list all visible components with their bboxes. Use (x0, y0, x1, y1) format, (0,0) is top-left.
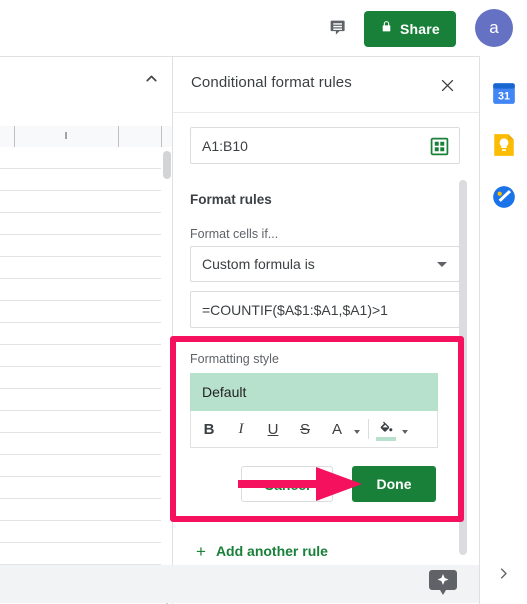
google-keep-icon[interactable] (491, 132, 517, 158)
underline-button[interactable]: U (259, 415, 287, 443)
column-header-1[interactable]: I (14, 126, 119, 147)
column-header-0[interactable] (0, 126, 15, 147)
format-rules-heading: Format rules (190, 192, 272, 207)
column-header-2[interactable] (118, 126, 162, 147)
share-button-label: Share (400, 21, 440, 37)
comment-icon[interactable] (322, 12, 354, 44)
sheet-vertical-scroll-thumb[interactable] (163, 151, 171, 179)
grid-row[interactable] (0, 433, 161, 455)
custom-formula-input[interactable]: =COUNTIF($A$1:$A1,$A1)>1 (190, 291, 460, 328)
grid-row[interactable] (0, 521, 161, 543)
grid-row[interactable] (0, 477, 161, 499)
formula-bar[interactable] (0, 98, 172, 127)
grid-row[interactable] (0, 257, 161, 279)
italic-button[interactable]: I (227, 415, 255, 443)
format-cells-if-label: Format cells if... (190, 227, 279, 241)
page-title: Conditional format rules (191, 74, 352, 91)
grid-row[interactable] (0, 345, 161, 367)
plus-icon: + (196, 541, 206, 561)
panel-vertical-scrollbar[interactable] (459, 180, 467, 555)
panel-vertical-scroll-thumb[interactable] (459, 180, 467, 555)
fill-color-swatch (376, 437, 396, 441)
bold-button[interactable]: B (195, 415, 223, 443)
avatar[interactable]: a (475, 9, 513, 47)
sheet-grid[interactable] (0, 147, 161, 579)
cancel-button-label: Cancel (264, 477, 310, 493)
sheet-vertical-scrollbar[interactable] (161, 147, 172, 579)
apply-to-range-input[interactable]: A1:B10 (190, 127, 460, 164)
select-range-grid-icon[interactable] (430, 137, 449, 156)
fill-color-chevron-down-icon[interactable] (402, 430, 408, 434)
strikethrough-button[interactable]: S (291, 415, 319, 443)
toolbar-divider (368, 419, 369, 439)
spreadsheet-area: I (0, 56, 172, 604)
grid-row[interactable] (0, 455, 161, 477)
text-color-button[interactable]: A (323, 415, 351, 443)
add-another-rule-label: Add another rule (215, 543, 328, 559)
explore-star-icon[interactable] (429, 570, 457, 596)
condition-type-value: Custom formula is (202, 256, 315, 272)
chevron-down-icon[interactable] (437, 262, 447, 267)
style-preview-text: Default (202, 384, 247, 400)
google-tasks-icon[interactable] (491, 184, 517, 210)
right-side-rail: 31 (479, 56, 527, 603)
grid-row[interactable] (0, 191, 161, 213)
done-button-label: Done (376, 476, 412, 492)
chevron-up-icon[interactable] (140, 67, 162, 89)
share-button[interactable]: Share (364, 11, 456, 47)
grid-row[interactable] (0, 389, 161, 411)
grid-row[interactable] (0, 169, 161, 191)
grid-row[interactable] (0, 499, 161, 521)
calendar-day-number: 31 (498, 91, 510, 103)
bottom-strip (0, 565, 479, 603)
condition-type-select[interactable]: Custom formula is (190, 246, 460, 282)
add-another-rule-button[interactable]: + Add another rule (196, 540, 328, 562)
sheet-toolbar (0, 57, 172, 99)
formatting-style-label: Formatting style (190, 352, 279, 366)
chevron-right-icon[interactable] (488, 558, 518, 588)
grid-row[interactable] (0, 543, 161, 565)
grid-row[interactable] (0, 323, 161, 345)
column-header-row: I (0, 126, 172, 148)
grid-row[interactable] (0, 213, 161, 235)
text-color-chevron-down-icon[interactable] (354, 430, 360, 434)
custom-formula-value: =COUNTIF($A$1:$A1,$A1)>1 (202, 302, 388, 318)
lock-icon (380, 19, 393, 39)
top-bar: Share a (0, 0, 527, 56)
done-button[interactable]: Done (352, 466, 436, 502)
grid-row[interactable] (0, 235, 161, 257)
app-root: Share a I Conditional format rules A1:B1… (0, 0, 527, 604)
fill-color-button[interactable] (373, 415, 399, 443)
avatar-initial: a (489, 18, 499, 37)
panel-header: Conditional format rules (173, 57, 479, 113)
grid-row[interactable] (0, 367, 161, 389)
style-preview[interactable]: Default (190, 373, 438, 411)
grid-row[interactable] (0, 279, 161, 301)
style-toolbar: B I U S A (190, 411, 438, 448)
cancel-button[interactable]: Cancel (241, 466, 333, 502)
grid-row[interactable] (0, 147, 161, 169)
close-icon[interactable] (435, 73, 459, 97)
google-calendar-icon[interactable]: 31 (491, 80, 517, 106)
grid-row[interactable] (0, 411, 161, 433)
grid-row[interactable] (0, 301, 161, 323)
apply-to-range-value: A1:B10 (202, 138, 248, 154)
